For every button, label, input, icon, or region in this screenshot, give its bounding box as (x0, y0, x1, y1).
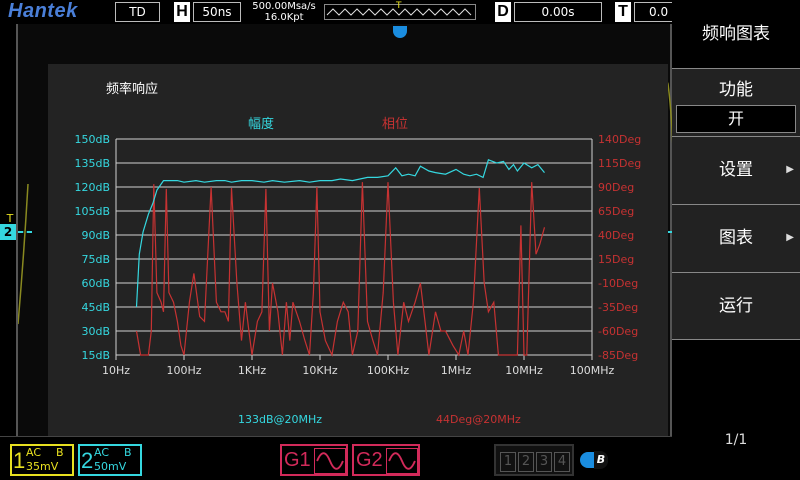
delay-label: D (495, 2, 511, 22)
x-tick-label: 10MHz (505, 364, 543, 377)
generator-2-label: G2 (356, 449, 383, 471)
trigger-position-bar[interactable]: T (324, 1, 476, 20)
frequency-response-panel: 频率响应 幅度 相位 150dB 140Deg 135dB 115Deg 120dB 90… (48, 64, 668, 444)
digital-channel-1[interactable]: 1 (500, 452, 516, 472)
y-left-tick-label: 45dB (81, 301, 110, 314)
y-right-tick-label: -10Deg (598, 277, 638, 290)
y-right-tick-label: 115Deg (598, 157, 641, 170)
y-left-tick-label: 30dB (81, 325, 110, 338)
x-tick-label: 1MHz (441, 364, 472, 377)
y-left-tick-label: 15dB (81, 349, 110, 362)
ch1-number: 1 (13, 448, 26, 473)
x-tick-label: 10Hz (102, 364, 130, 377)
ch1-bandwidth: B (56, 446, 64, 459)
ch1-scale: 35mV (26, 460, 59, 473)
ch2-number: 2 (81, 448, 94, 473)
run-button[interactable]: 运行 (672, 272, 800, 340)
function-value: 开 (676, 105, 796, 133)
y-right-tick-label: 40Deg (598, 229, 634, 242)
sine-wave-icon (386, 448, 418, 474)
side-menu: 频响图表 功能 开 设置 ▶ 图表 ▶ 运行 1/1 (672, 0, 800, 480)
bus-label: B (594, 451, 608, 469)
ch1-info[interactable]: 1 AC B 35mV (10, 444, 74, 476)
amplitude-readout: 133dB@20MHz (238, 413, 323, 426)
delay-value[interactable]: 0.00s (514, 2, 602, 22)
x-tick-label: 1KHz (238, 364, 266, 377)
chart-button[interactable]: 图表 ▶ (672, 204, 800, 272)
ch2-marker[interactable]: 2 (0, 224, 16, 240)
y-left-tick-label: 150dB (74, 133, 110, 146)
phase-series-line (135, 182, 546, 358)
function-button[interactable]: 功能 开 (672, 68, 800, 136)
run-label: 运行 (719, 296, 753, 316)
x-tick-label: 100Hz (166, 364, 201, 377)
y-left-tick-label: 60dB (81, 277, 110, 290)
chart-label: 图表 (719, 228, 753, 248)
memory-depth: 16.0Kpt (264, 12, 304, 23)
ch2-scale: 50mV (94, 460, 127, 473)
generator-1[interactable]: G1 (280, 444, 348, 476)
settings-button[interactable]: 设置 ▶ (672, 136, 800, 204)
x-tick-label: 100MHz (570, 364, 615, 377)
amplitude-series-line (135, 159, 545, 308)
channel-bar: 1 AC B 35mV 2 AC B 50mV G1 G2 1 2 3 4 B (0, 436, 672, 480)
menu-title: 频响图表 (672, 0, 800, 68)
horizontal-label: H (174, 2, 190, 22)
ch2-coupling: AC (94, 446, 110, 459)
y-left-tick-label: 105dB (74, 205, 110, 218)
brand-logo: Hantek (8, 0, 78, 22)
bus-toggle[interactable]: B (580, 451, 608, 469)
phase-readout: 44Deg@20MHz (436, 413, 521, 426)
digital-channel-3[interactable]: 3 (536, 452, 552, 472)
y-left-tick-label: 75dB (81, 253, 110, 266)
digital-channel-4[interactable]: 4 (554, 452, 570, 472)
ch2-bandwidth: B (124, 446, 132, 459)
y-right-tick-label: 15Deg (598, 253, 634, 266)
y-left-tick-label: 120dB (74, 181, 110, 194)
scope-display: 频率响应 幅度 相位 150dB 140Deg 135dB 115Deg 120dB 90… (16, 24, 674, 444)
x-tick-label: 10KHz (302, 364, 337, 377)
y-right-tick-label: 90Deg (598, 181, 634, 194)
y-right-tick-label: -35Deg (598, 301, 638, 314)
page-indicator: 1/1 (724, 432, 748, 448)
y-right-tick-label: 65Deg (598, 205, 634, 218)
arrow-right-icon: ▶ (786, 164, 794, 175)
settings-label: 设置 (719, 160, 753, 180)
sample-info: 500.00Msa/s 16.0Kpt (246, 1, 322, 23)
ch1-coupling: AC (26, 446, 42, 459)
trigger-marker: T (396, 1, 402, 11)
digital-channels[interactable]: 1 2 3 4 (494, 444, 574, 476)
arrow-right-icon: ▶ (786, 232, 794, 243)
y-right-tick-label: -85Deg (598, 349, 638, 362)
function-label: 功能 (719, 80, 753, 100)
generator-1-label: G1 (284, 449, 311, 471)
y-left-tick-label: 90dB (81, 229, 110, 242)
sine-wave-icon (314, 448, 346, 474)
digital-channel-2[interactable]: 2 (518, 452, 534, 472)
y-left-tick-label: 135dB (74, 157, 110, 170)
ch2-info[interactable]: 2 AC B 50mV (78, 444, 142, 476)
frequency-response-chart: 150dB 140Deg 135dB 115Deg 120dB 90Deg 105dB 65D… (74, 133, 641, 377)
generator-2[interactable]: G2 (352, 444, 420, 476)
trigger-label: T (615, 2, 631, 22)
ch2-marker-label: 2 (3, 225, 13, 239)
trigger-level-value[interactable]: 0.0 (634, 2, 672, 22)
sample-rate: 500.00Msa/s (252, 1, 316, 12)
mode-badge[interactable]: TD (115, 2, 160, 22)
timebase-value[interactable]: 50ns (193, 2, 241, 22)
y-right-tick-label: -60Deg (598, 325, 638, 338)
x-tick-label: 100KHz (367, 364, 409, 377)
y-right-tick-label: 140Deg (598, 133, 641, 146)
status-bar: Hantek TD H 50ns 500.00Msa/s 16.0Kpt T D… (0, 0, 672, 24)
